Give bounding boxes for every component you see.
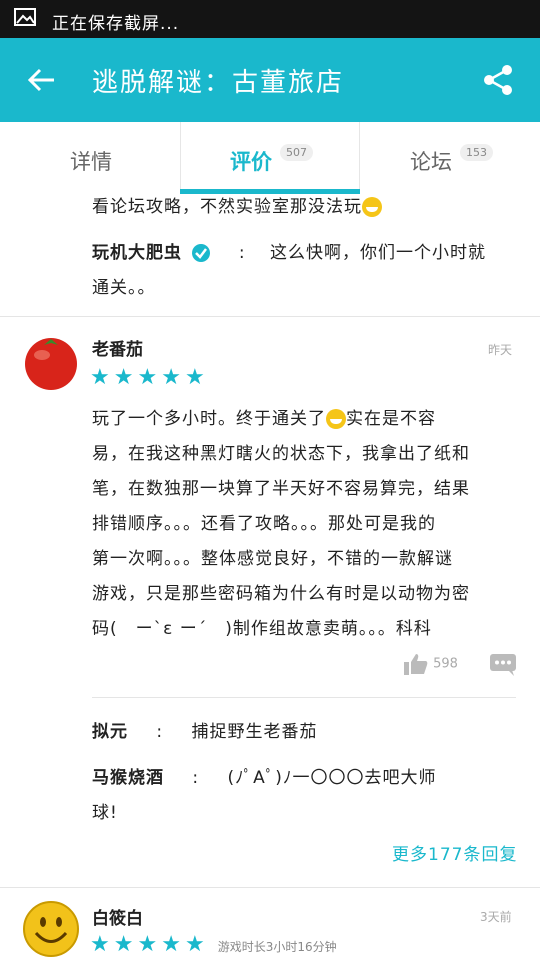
rating-stars: ★ ★ ★ ★ ★ 游戏时长3小时16分钟 xyxy=(90,932,337,957)
star-icon: ★ xyxy=(184,365,205,390)
tab-forum[interactable]: 论坛 153 xyxy=(360,122,540,194)
page-title: 逃脱解谜：古董旅店 xyxy=(92,68,345,98)
like-count: 598 xyxy=(433,656,458,672)
tab-details[interactable]: 详情 xyxy=(0,122,180,194)
review-user[interactable]: 老番茄 xyxy=(92,335,143,360)
laughing-emoji-icon xyxy=(362,197,382,217)
reviews-list[interactable]: 看论坛攻略，不然实验室那没法玩 玩机大肥虫 : 这么快啊，你们一个小时就 通关。… xyxy=(0,194,540,960)
tab-forum-count: 153 xyxy=(460,144,493,161)
tab-reviews-count: 507 xyxy=(280,144,313,161)
review-text: 看论坛攻略，不然实验室那没法玩 xyxy=(92,194,522,225)
reply-text: 这么快啊，你们一个小时就 xyxy=(269,243,486,263)
review-line: 易，在我这种黑灯瞎火的状态下，我拿出了纸和 xyxy=(92,444,470,464)
reply-text-continued: 通关。。 xyxy=(92,278,156,298)
review-user[interactable]: 白筱白 xyxy=(92,904,143,929)
status-bar: 正在保存截屏... xyxy=(0,0,540,38)
verified-icon xyxy=(192,244,211,262)
review-text-tail: 看论坛攻略，不然实验室那没法玩 xyxy=(92,197,362,217)
more-replies-link[interactable]: 更多177条回复 xyxy=(392,840,517,865)
reply-text-continued: 球! xyxy=(92,803,118,823)
review-card: 老番茄 昨天 ★ ★ ★ ★ ★ 玩了一个多小时。终于通关了 实在是不容 易，在我这种黑灯… xyxy=(0,317,540,887)
status-text: 正在保存截屏... xyxy=(52,14,180,34)
review-line: 码( ー`ε ー´ )制作组故意卖萌。。。科科 xyxy=(92,619,432,639)
laughing-emoji-icon xyxy=(326,409,346,429)
review-body: 玩了一个多小时。终于通关了 实在是不容 易，在我这种黑灯瞎火的状态下，我拿出了纸和… xyxy=(92,402,522,647)
reply[interactable]: 拟元 : 捕捉野生老番茄 xyxy=(92,715,318,750)
reply-separator: : xyxy=(238,243,246,263)
back-arrow-icon[interactable] xyxy=(24,62,60,98)
reply-text: 捕捉野生老番茄 xyxy=(191,722,318,742)
star-icon: ★ xyxy=(113,365,134,390)
divider xyxy=(92,697,516,698)
rating-stars: ★ ★ ★ ★ ★ xyxy=(90,365,209,390)
star-icon: ★ xyxy=(137,932,158,957)
avatar[interactable] xyxy=(22,900,80,958)
reply-text: (ﾉﾟΑﾟ)ﾉ一〇〇〇去吧大师 xyxy=(227,768,437,788)
like-button[interactable]: 598 xyxy=(404,653,458,675)
thumbs-up-icon xyxy=(404,654,428,675)
tab-forum-label: 论坛 xyxy=(410,150,452,174)
app-bar: 逃脱解谜：古董旅店 xyxy=(0,38,540,122)
reply-user[interactable]: 玩机大肥虫 xyxy=(92,243,182,263)
reply-user[interactable]: 拟元 xyxy=(92,722,128,742)
playtime: 游戏时长3小时16分钟 xyxy=(217,940,337,954)
tab-reviews[interactable]: 评价 507 xyxy=(180,122,360,194)
share-icon[interactable] xyxy=(480,62,516,98)
star-icon: ★ xyxy=(113,932,134,957)
reply-user[interactable]: 马猴烧酒 xyxy=(92,768,164,788)
review-card: 白筱白 3天前 ★ ★ ★ ★ ★ 游戏时长3小时16分钟 xyxy=(0,888,540,960)
star-icon: ★ xyxy=(90,365,110,390)
star-icon: ★ xyxy=(184,932,205,957)
star-icon: ★ xyxy=(161,932,181,957)
reply[interactable]: 玩机大肥虫 : 这么快啊，你们一个小时就 通关。。 xyxy=(92,236,522,306)
avatar[interactable] xyxy=(22,333,80,391)
review-line: 第一次啊。。。整体感觉良好，不错的一款解谜 xyxy=(92,549,453,569)
review-line: 笔，在数独那一块算了半天好不容易算完，结果 xyxy=(92,479,470,499)
tab-details-label: 详情 xyxy=(70,150,112,174)
review-line: 游戏，只是那些密码箱为什么有时是以动物为密 xyxy=(92,584,470,604)
review-line: 排错顺序。。。还看了攻略。。。那处可是我的 xyxy=(92,514,436,534)
reply-separator: : xyxy=(156,722,164,742)
tab-bar: 详情 评价 507 论坛 153 xyxy=(0,122,540,195)
review-time: 昨天 xyxy=(488,343,513,357)
tab-reviews-label: 评价 xyxy=(230,150,272,174)
image-icon xyxy=(14,8,36,26)
review-line: 实在是不容 xyxy=(346,409,436,429)
review-time: 3天前 xyxy=(480,910,512,924)
star-icon: ★ xyxy=(161,365,181,390)
review-line: 玩了一个多小时。终于通关了 xyxy=(92,409,326,429)
reply[interactable]: 马猴烧酒 : (ﾉﾟΑﾟ)ﾉ一〇〇〇去吧大师 球! xyxy=(92,761,522,831)
star-icon: ★ xyxy=(137,365,158,390)
reply-separator: : xyxy=(192,768,200,788)
comment-icon[interactable] xyxy=(490,654,516,676)
star-icon: ★ xyxy=(90,932,110,957)
